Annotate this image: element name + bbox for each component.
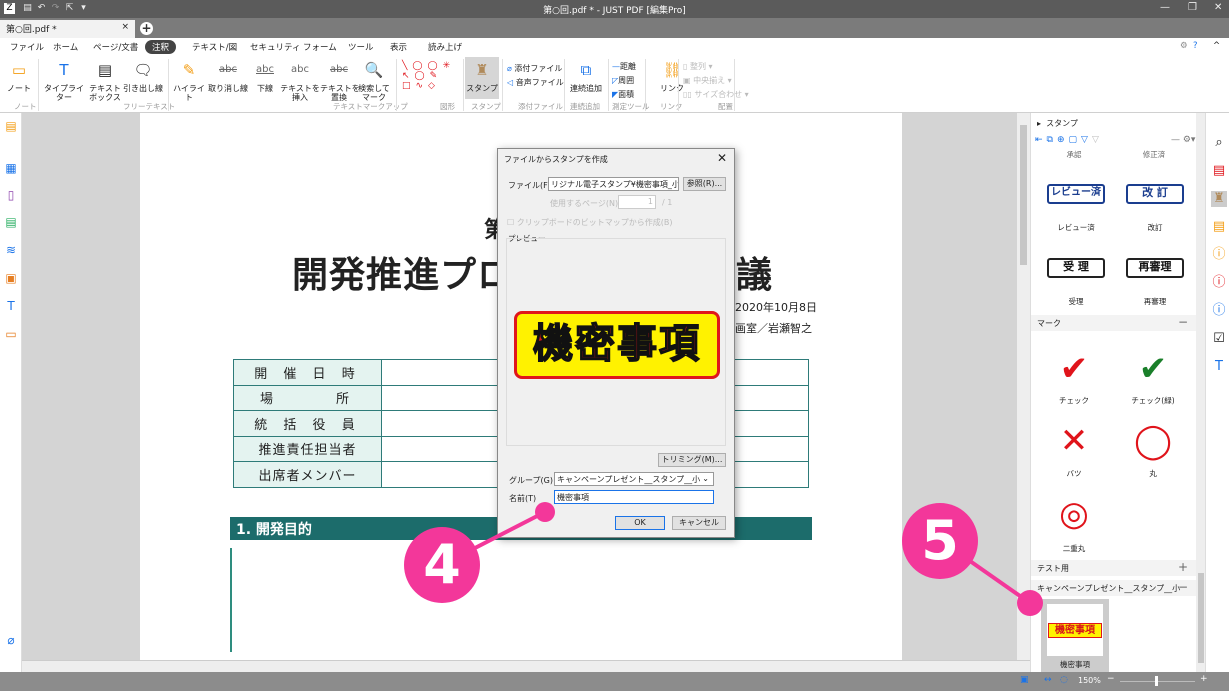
callout-dot-5 (1017, 590, 1043, 616)
callout-4: 4 (404, 527, 480, 603)
callout-dot-4 (535, 502, 555, 522)
callout-lines (441, 502, 1043, 616)
callout-5: 5 (902, 503, 978, 579)
